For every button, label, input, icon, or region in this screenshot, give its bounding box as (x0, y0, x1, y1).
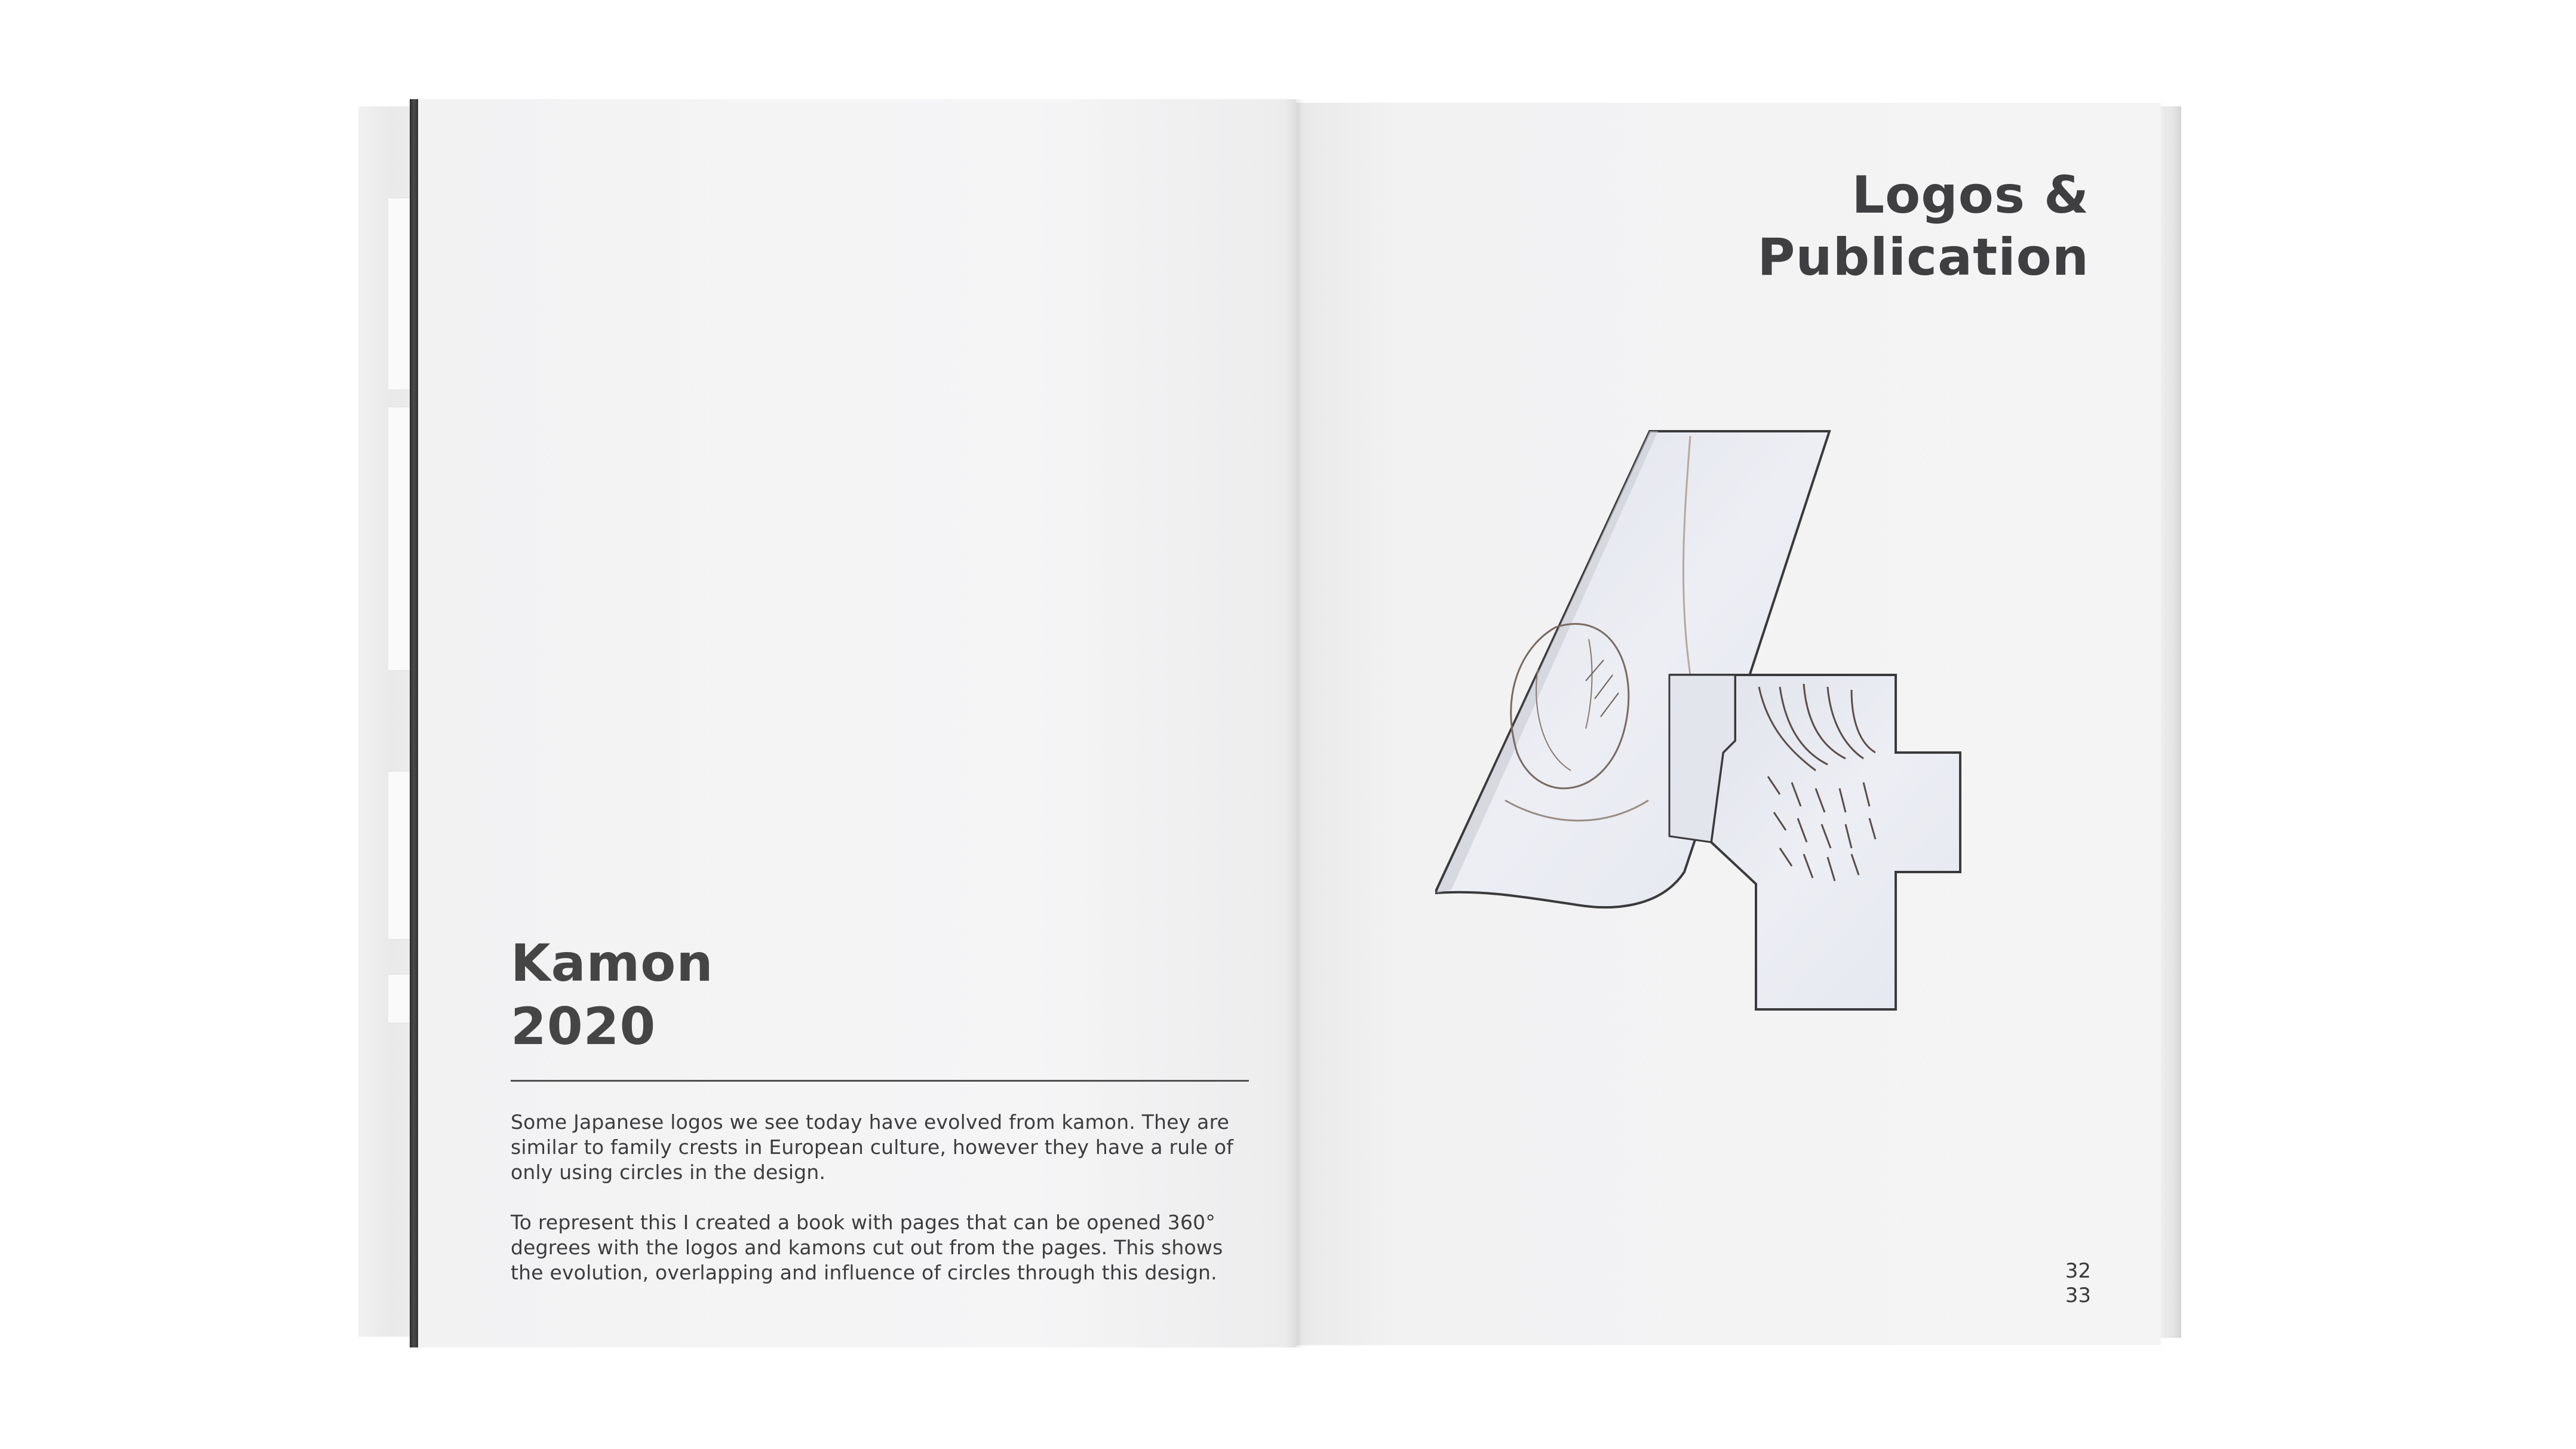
title-year: 2020 (511, 997, 656, 1057)
title-kamon: Kamon (511, 934, 714, 993)
right-page-title: Logos & Publication (1757, 164, 2089, 288)
cutout-four-body (1668, 674, 1961, 1011)
title-publication: Publication (1757, 228, 2089, 287)
book-gutter (1284, 99, 1310, 1347)
page-number-32: 32 (2065, 1259, 2091, 1283)
page-number-33: 33 (2065, 1284, 2091, 1307)
book-photo: Kamon 2020 Some Japanese logos we see to… (0, 0, 2576, 1449)
divider-rule (511, 1080, 1249, 1082)
left-page-title: Kamon 2020 (511, 932, 714, 1058)
body-paragraph-2: To represent this I created a book with … (511, 1211, 1223, 1284)
page-numbers: 32 33 (2065, 1259, 2091, 1308)
left-page-body: Some Japanese logos we see today have ev… (511, 1110, 1257, 1310)
title-logos: Logos & (1852, 165, 2089, 225)
numeral-4-cutout (1435, 430, 1961, 1011)
body-paragraph-1: Some Japanese logos we see today have ev… (511, 1110, 1234, 1184)
